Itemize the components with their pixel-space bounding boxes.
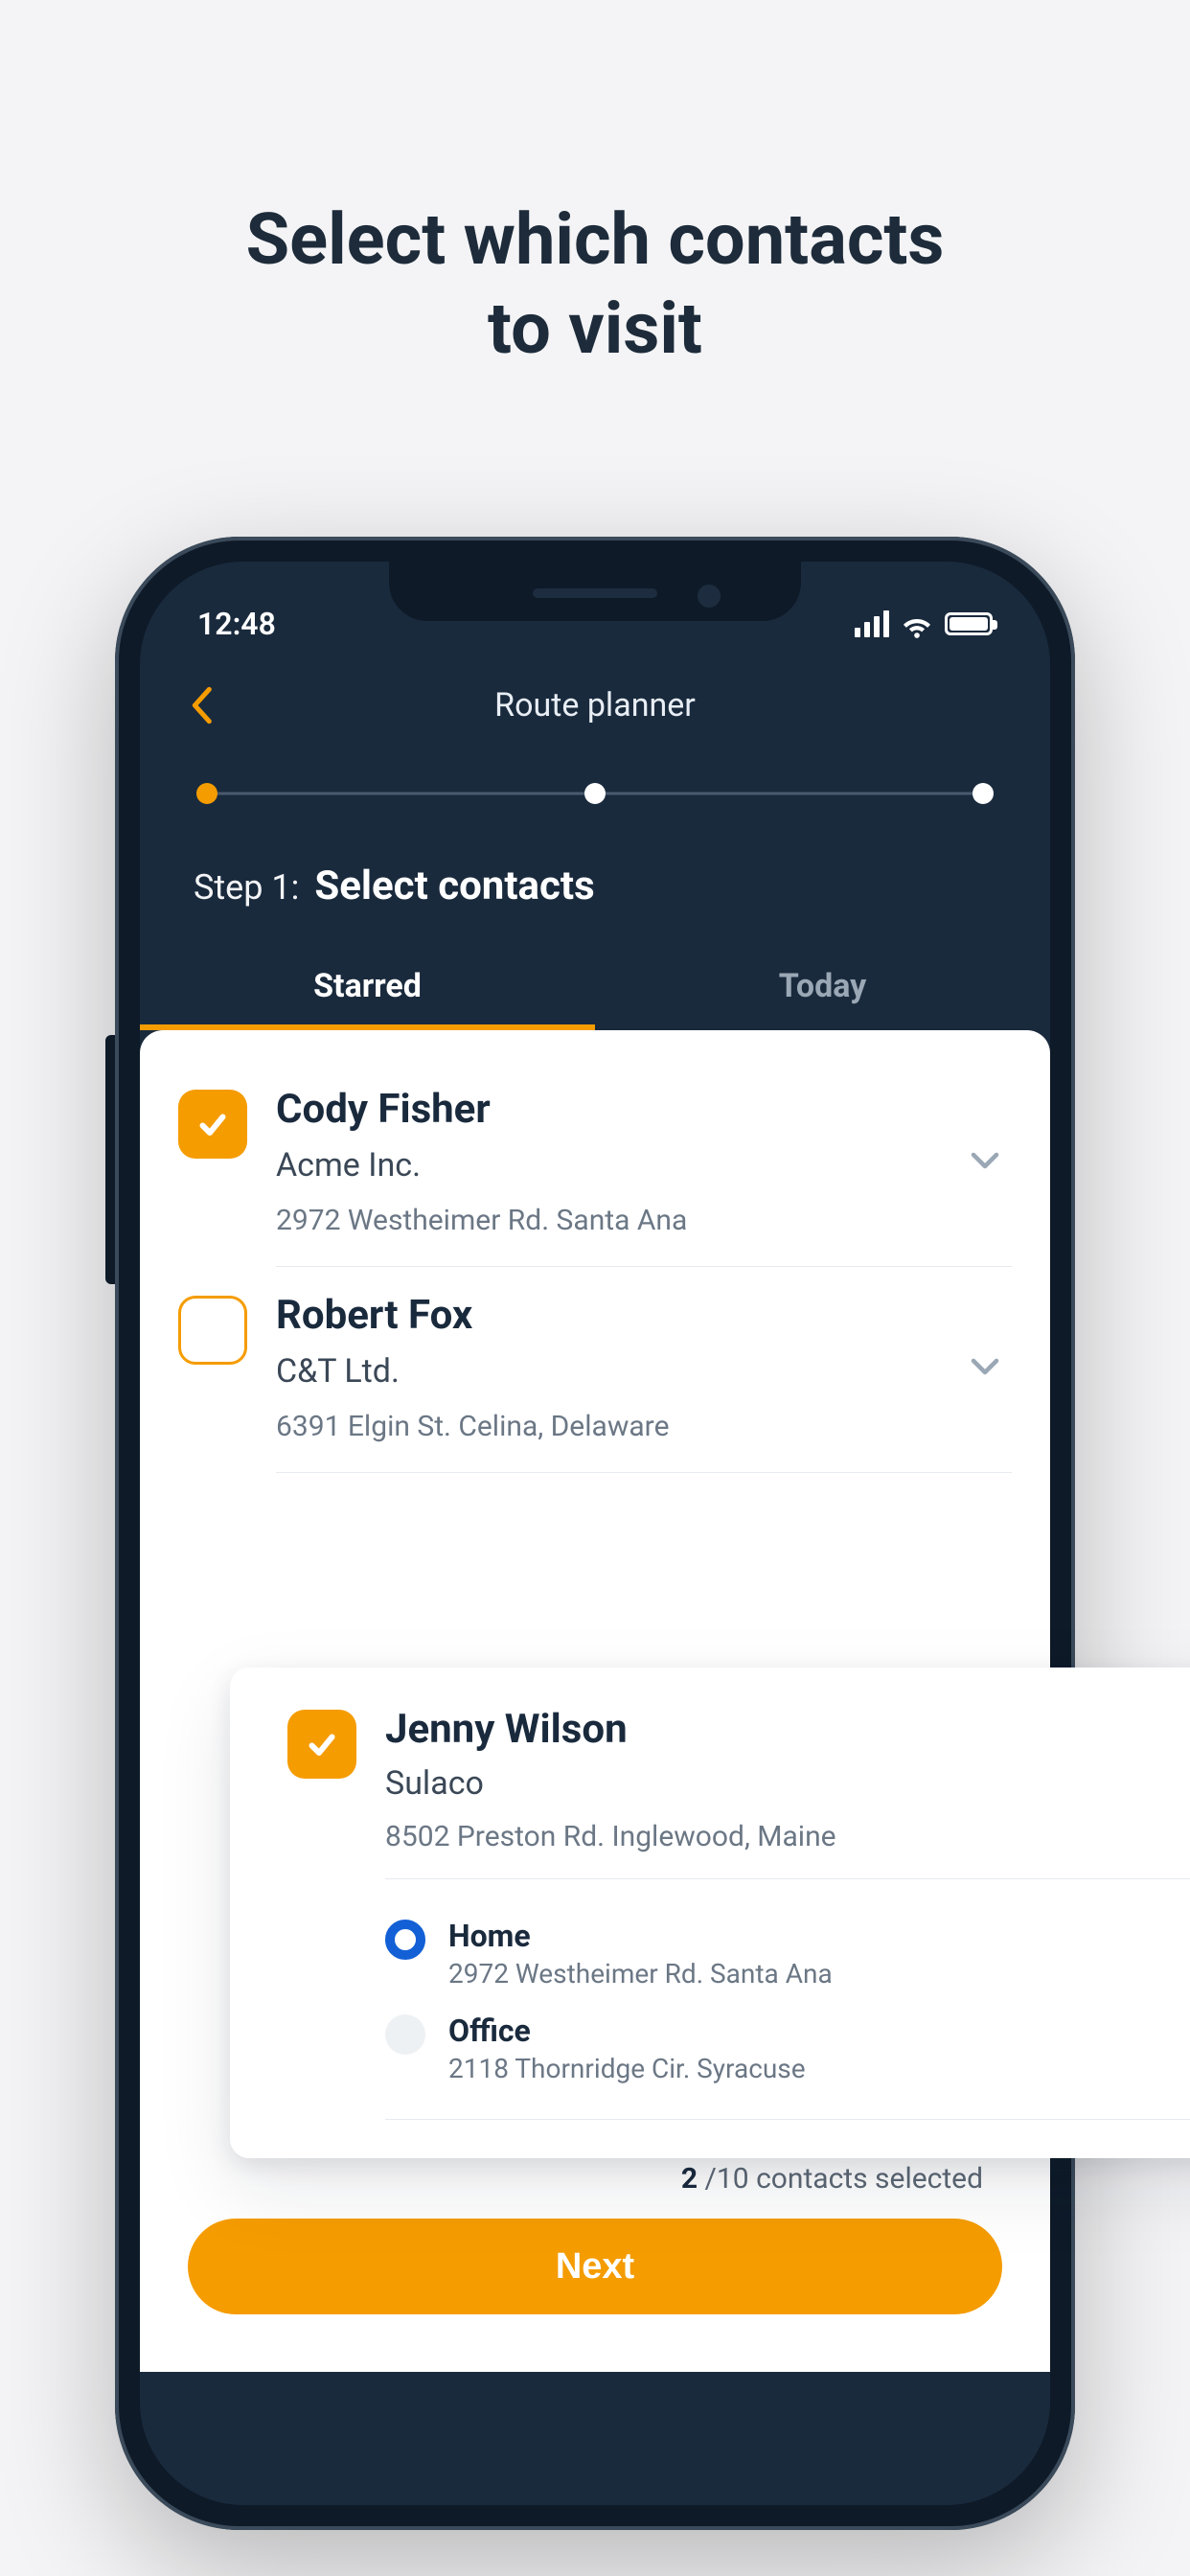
contact-address: 8502 Preston Rd. Inglewood, Maine: [385, 1820, 1190, 1879]
step-title: Select contacts: [314, 862, 594, 909]
nav-bar: Route planner: [140, 657, 1050, 753]
progress-step-3: [973, 783, 994, 804]
back-button[interactable]: [188, 686, 215, 724]
next-button[interactable]: Next: [188, 2219, 1002, 2314]
contact-checkbox[interactable]: [287, 1710, 356, 1779]
screen: 12:48 Route planner Step 1:: [140, 562, 1050, 2505]
contact-address: 6391 Elgin St. Celina, Delaware: [276, 1410, 1012, 1443]
progress-bar: [194, 782, 996, 805]
battery-icon: [945, 612, 993, 635]
cellular-signal-icon: [855, 610, 889, 637]
contact-checkbox[interactable]: [178, 1296, 247, 1365]
contact-checkbox[interactable]: [178, 1090, 247, 1159]
device-notch: [389, 562, 801, 621]
chevron-down-icon[interactable]: [968, 1349, 1002, 1388]
promo-title: Select which contacts to visit: [0, 0, 1190, 374]
promo-title-line2: to visit: [0, 286, 1190, 375]
radio-selected-icon[interactable]: [385, 1920, 425, 1960]
selection-count: 2 /10 contacts selected: [188, 2162, 1002, 2196]
radio-unselected-icon[interactable]: [385, 2014, 425, 2055]
address-option-home[interactable]: Home 2972 Westheimer Rd. Santa Ana: [385, 1906, 1190, 2001]
contact-name: Cody Fisher: [276, 1086, 1012, 1133]
progress-step-2: [584, 783, 606, 804]
tab-starred[interactable]: Starred: [140, 948, 595, 1030]
contact-row[interactable]: Robert Fox C&T Ltd. 6391 Elgin St. Celin…: [140, 1267, 1050, 1473]
phone-mockup: 12:48 Route planner Step 1:: [115, 537, 1075, 2530]
selected-count-number: 2: [681, 2162, 698, 2196]
address-option-detail: 2972 Westheimer Rd. Santa Ana: [448, 1958, 833, 1990]
chevron-down-icon[interactable]: [968, 1143, 1002, 1182]
address-option-label: Office: [448, 2012, 806, 2049]
contact-name: Jenny Wilson: [385, 1706, 1190, 1753]
step-header: Step 1: Select contacts: [140, 805, 1050, 948]
footer: 2 /10 contacts selected Next: [140, 2133, 1050, 2372]
progress-step-1: [196, 783, 217, 804]
contact-name: Robert Fox: [276, 1292, 1012, 1339]
address-option-detail: 2118 Thornridge Cir. Syracuse: [448, 2053, 806, 2084]
wifi-icon: [901, 608, 933, 640]
status-icons: [855, 608, 993, 640]
contact-row[interactable]: Cody Fisher Acme Inc. 2972 Westheimer Rd…: [140, 1061, 1050, 1267]
contact-card-expanded: Jenny Wilson Sulaco 8502 Preston Rd. Ing…: [230, 1668, 1190, 2158]
contact-company: C&T Ltd.: [276, 1352, 1012, 1391]
address-option-office[interactable]: Office 2118 Thornridge Cir. Syracuse: [385, 2001, 1190, 2096]
nav-title: Route planner: [494, 686, 696, 724]
status-time: 12:48: [197, 606, 276, 642]
contact-address: 2972 Westheimer Rd. Santa Ana: [276, 1204, 1012, 1237]
promo-title-line1: Select which contacts: [0, 196, 1190, 286]
contact-company: Sulaco: [385, 1764, 1190, 1803]
tab-today[interactable]: Today: [595, 948, 1050, 1030]
step-label: Step 1:: [194, 867, 299, 908]
contact-company: Acme Inc.: [276, 1146, 1012, 1184]
tabs: Starred Today: [140, 948, 1050, 1030]
address-options: Home 2972 Westheimer Rd. Santa Ana Offic…: [385, 1906, 1190, 2120]
selected-count-total: /10 contacts selected: [698, 2162, 983, 2196]
address-option-label: Home: [448, 1918, 833, 1954]
